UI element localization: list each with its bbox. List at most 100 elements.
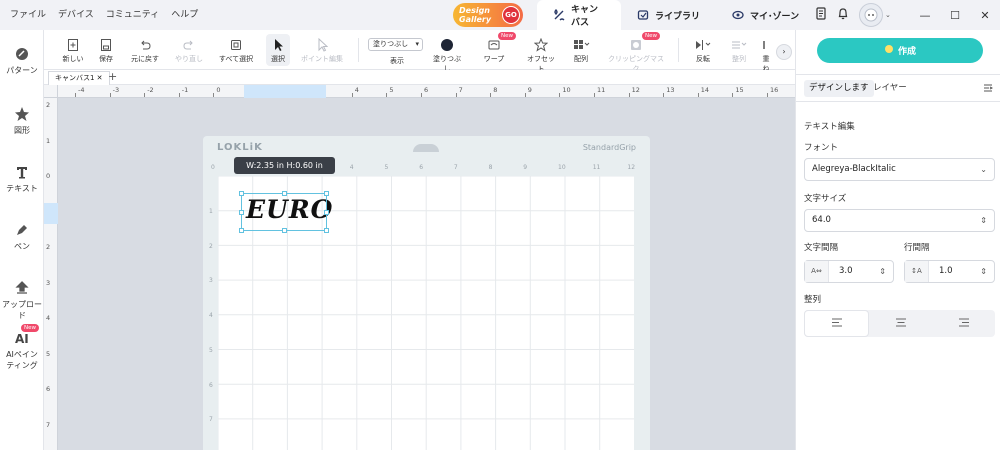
display-label: 表示 [382, 56, 412, 66]
document-tab-canvas1[interactable]: キャンバス1 ✕ [48, 71, 110, 85]
sidebar-item-ai-painting[interactable]: AI New AIペインティング [0, 324, 44, 371]
ruler-tick [732, 93, 734, 97]
save-button[interactable]: 保存 [96, 38, 116, 64]
selection-box[interactable] [239, 191, 329, 233]
letter-spacing-stepper[interactable]: A⇔ 3.0 ⇕ [804, 260, 894, 283]
align-icon [728, 38, 750, 52]
resize-handle[interactable] [282, 191, 287, 196]
align-center-icon [895, 318, 907, 330]
ruler-tick-label: 0 [46, 172, 51, 180]
tab-canvas[interactable]: キャンバス [537, 0, 621, 30]
mat-top-number: 11 [592, 164, 601, 171]
toolbar-divider [678, 38, 679, 62]
undo-button[interactable]: 元に戻す [128, 38, 162, 64]
avatar[interactable] [859, 3, 883, 27]
tab-layer[interactable]: レイヤー [868, 80, 912, 97]
arrange-button[interactable]: 配列 [571, 38, 591, 64]
ruler-tick [697, 93, 699, 97]
mat-left-number: 2 [209, 242, 213, 250]
point-edit-button[interactable]: ポイント編集 [300, 37, 344, 64]
align-right-icon [958, 318, 970, 330]
ruler-tick-label: 1 [46, 136, 51, 145]
tab-library[interactable]: ライブラリ [621, 0, 716, 30]
add-document-button[interactable]: + [108, 70, 117, 83]
ruler-tick [628, 93, 630, 97]
fill-mode-select[interactable]: 塗りつぶし ▾ [368, 38, 423, 51]
minimize-button[interactable]: — [910, 9, 940, 22]
menu-help[interactable]: ヘルプ [165, 0, 204, 30]
close-button[interactable]: ✕ [970, 9, 1000, 22]
ai-painting-icon: AI [14, 330, 30, 346]
overlap-button[interactable]: 重ね [760, 38, 772, 74]
chevron-down-icon[interactable]: ⌄ [885, 11, 891, 19]
tab-design[interactable]: デザインします [804, 80, 874, 97]
design-gallery-promo[interactable]: Design Gallery GO [453, 3, 523, 27]
pattern-icon [14, 46, 30, 62]
bell-icon[interactable] [837, 7, 849, 23]
ruler-tick-label: -3 [112, 86, 120, 94]
select-all-button[interactable]: すべて選択 [217, 38, 255, 64]
font-select[interactable]: Alegreya-BlackItalic ⌄ [804, 158, 995, 181]
menu-device[interactable]: デバイス [52, 0, 100, 30]
sidebar-item-pattern[interactable]: パターン [0, 46, 44, 76]
resize-handle[interactable] [324, 228, 329, 233]
sidebar-item-upload[interactable]: アップロード [0, 280, 44, 321]
collapse-panel-icon[interactable] [983, 83, 994, 96]
resize-handle[interactable] [282, 228, 287, 233]
line-spacing-stepper[interactable]: ↕A 1.0 ⇕ [904, 260, 995, 283]
ruler-tick-label: -2 [147, 86, 154, 94]
ruler-tick-label: 5 [46, 349, 51, 358]
ruler-tick-label: -4 [78, 86, 85, 94]
ruler-tick-label: 11 [597, 86, 606, 94]
stepper-arrows-icon[interactable]: ⇕ [879, 261, 886, 282]
menu-community[interactable]: コミュニティ [100, 0, 165, 30]
ruler-tick-label: 10 [562, 86, 571, 94]
ruler-tick-label: 15 [735, 86, 744, 94]
resize-handle[interactable] [239, 228, 244, 233]
new-button-label: 新しい [62, 55, 84, 63]
resize-handle[interactable] [324, 191, 329, 196]
canvas-icon [553, 9, 565, 21]
ruler-tick [178, 93, 180, 97]
upload-icon [14, 280, 30, 296]
stepper-arrows-icon[interactable]: ⇕ [980, 261, 987, 282]
cutting-mat: LOKLiK StandardGrip 0123456789101112 123… [203, 136, 650, 450]
align-center-button[interactable] [869, 310, 932, 337]
new-button[interactable]: 新しい [60, 38, 86, 64]
resize-handle[interactable] [324, 210, 329, 215]
sidebar-item-shape[interactable]: 図形 [0, 106, 44, 136]
ruler-corner [44, 85, 58, 98]
redo-button[interactable]: やり直し [174, 38, 204, 64]
tab-my-zone[interactable]: マイ･ゾーン [716, 0, 815, 30]
offset-button[interactable]: オフセット [526, 37, 556, 74]
stepper-arrows-icon[interactable]: ⇕ [980, 210, 987, 231]
fill-color-button[interactable]: 塗りつぶし [430, 38, 464, 74]
warp-button[interactable]: New ワープ [482, 32, 516, 64]
sidebar-item-label: 図形 [14, 126, 30, 135]
resize-handle[interactable] [239, 210, 244, 215]
mat-logo: LOKLiK [217, 142, 263, 153]
select-tool-button[interactable]: 選択 [266, 34, 290, 66]
make-button[interactable]: 作成 [817, 38, 983, 63]
ruler-tick [75, 93, 76, 97]
ruler-tick-label: 7 [46, 420, 51, 429]
flip-button[interactable]: 反転 [692, 38, 714, 64]
clipping-mask-button[interactable]: New クリッピングマスク [608, 32, 664, 74]
mat-left-number: 6 [209, 381, 213, 389]
font-size-stepper[interactable]: 64.0 ⇕ [804, 209, 995, 232]
toolbar-scroll-right-button[interactable]: › [776, 44, 792, 60]
maximize-button[interactable]: ☐ [940, 9, 970, 22]
notes-icon[interactable] [815, 7, 827, 23]
sidebar-item-pen[interactable]: ペン [0, 222, 44, 252]
resize-handle[interactable] [239, 191, 244, 196]
sidebar-item-text[interactable]: テキスト [0, 164, 44, 194]
canvas-area[interactable]: LOKLiK StandardGrip 0123456789101112 123… [58, 98, 795, 450]
align-left-button[interactable] [804, 310, 869, 337]
menu-file[interactable]: ファイル [4, 0, 52, 30]
ruler-tick [421, 93, 422, 97]
letter-spacing-value: 3.0 [839, 266, 853, 276]
mat-handle [413, 144, 439, 152]
align-button[interactable]: 整列 [728, 38, 750, 64]
align-right-button[interactable] [932, 310, 995, 337]
arrange-button-label: 配列 [574, 55, 588, 63]
